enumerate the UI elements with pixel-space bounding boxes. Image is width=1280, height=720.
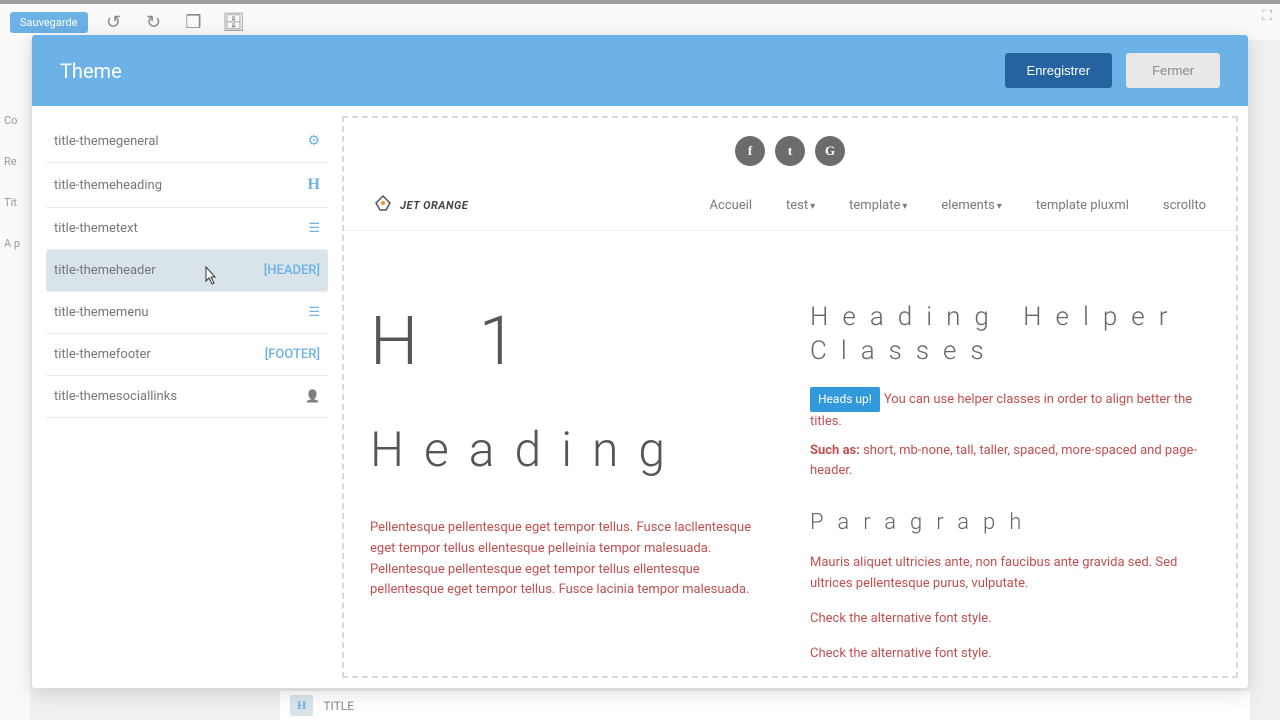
chevron-down-icon: ▾ (997, 201, 1002, 212)
sidebar-item-label: title-thememenu (54, 305, 149, 320)
bg-save-button[interactable]: Sauvegarde (10, 12, 88, 33)
sidebar-item-title-themefooter[interactable]: title-themefooter [FOOTER] (46, 334, 328, 376)
sidebar-item-icon: [FOOTER] (265, 347, 320, 362)
sidebar-item-icon: ⚙ (307, 133, 320, 149)
theme-modal: Theme Enregistrer Fermer title-themegene… (32, 35, 1248, 688)
bg-bottom-bar: H TITLE (280, 690, 1250, 720)
theme-sidebar: title-themegeneral ⚙ title-themeheading Hti… (32, 106, 342, 688)
h1-heading: H 1 (370, 301, 770, 381)
chevron-down-icon: ▾ (902, 201, 907, 212)
sidebar-item-title-thememenu[interactable]: title-thememenu (46, 292, 328, 334)
nav-bar: JET ORANGE Accueil test▾ template▾ elements… (344, 180, 1236, 231)
logo-text: JET ORANGE (400, 199, 468, 212)
left-paragraph: Pellentesque pellentesque eget tempor te… (370, 518, 770, 601)
nav-link-Accueil[interactable]: Accueil (710, 198, 752, 213)
close-button[interactable]: Fermer (1126, 53, 1220, 88)
bg-bottom-title: TITLE (323, 699, 354, 713)
cube-icon[interactable]: ❒ (180, 8, 208, 36)
save-button[interactable]: Enregistrer (1005, 53, 1113, 88)
sidebar-item-icon (305, 389, 320, 404)
heads-up-badge: Heads up! (810, 387, 880, 412)
sidebar-item-icon: H (308, 176, 320, 194)
chevron-down-icon: ▾ (810, 201, 815, 212)
logo-icon (374, 194, 392, 216)
nav-link-template[interactable]: template▾ (849, 198, 907, 213)
google-icon[interactable]: G (815, 136, 845, 166)
sidebar-item-title-themeheader[interactable]: title-themeheader [HEADER] (46, 250, 328, 292)
sidebar-item-label: title-themeheader (54, 263, 156, 278)
left-column: H 1 Heading Pellentesque pellentesque eg… (370, 301, 770, 678)
sidebar-item-title-themesociallinks[interactable]: title-themesociallinks (46, 376, 328, 418)
sidebar-item-icon: [HEADER] (264, 263, 320, 278)
helper-classes-title: Heading Helper Classes (810, 301, 1210, 369)
redo-icon[interactable]: ↻ (140, 8, 168, 36)
social-row: f t G (344, 118, 1236, 180)
helper-note-2: Such as: short, mb-none, tall, taller, s… (810, 441, 1210, 483)
preview-area: f t G JET ORANGE Accueil test▾ template▾ el… (342, 106, 1248, 688)
heading-badge-icon: H (290, 695, 313, 716)
nav-link-template-pluxml[interactable]: template pluxml (1036, 198, 1129, 213)
modal-header: Theme Enregistrer Fermer (32, 35, 1248, 106)
sidebar-item-title-themetext[interactable]: title-themetext (46, 208, 328, 250)
sidebar-item-label: title-themegeneral (54, 134, 159, 149)
sidebar-item-label: title-themeheading (54, 178, 162, 193)
h2-heading: Heading (370, 421, 770, 478)
helper-note-1: Heads up!You can use helper classes in o… (810, 387, 1210, 433)
para-2: Check the alternative font style. (810, 609, 1210, 630)
bg-toolbar: Sauvegarde ↺ ↻ ❒ 🗄 (0, 0, 1280, 40)
right-column: Heading Helper Classes Heads up!You can … (810, 301, 1210, 678)
bg-side-item: Re (0, 141, 30, 182)
paragraph-title: Paragraph (810, 510, 1210, 535)
nav-link-scrollto[interactable]: scrollto (1163, 198, 1206, 213)
para-1: Mauris aliquet ultricies ante, non fauci… (810, 553, 1210, 595)
sidebar-item-label: title-themesociallinks (54, 389, 177, 404)
sidebar-item-label: title-themefooter (54, 347, 151, 362)
para-3: Check the alternative font style. (810, 644, 1210, 665)
nav-link-elements[interactable]: elements▾ (941, 198, 1001, 213)
nav-links: Accueil test▾ template▾ elements▾ template p… (468, 198, 1206, 213)
sidebar-item-title-themegeneral[interactable]: title-themegeneral ⚙ (46, 120, 328, 163)
expand-icon[interactable]: ⛶ (1262, 8, 1272, 24)
sidebar-item-label: title-themetext (54, 221, 138, 236)
facebook-icon[interactable]: f (735, 136, 765, 166)
preview-frame[interactable]: f t G JET ORANGE Accueil test▾ template▾ el… (342, 116, 1238, 678)
history-icon[interactable]: ↺ (100, 8, 128, 36)
twitter-icon[interactable]: t (775, 136, 805, 166)
sidebar-item-icon (308, 305, 320, 320)
bg-sidebar: Co Re Tit A p (0, 40, 30, 720)
modal-title: Theme (60, 59, 1005, 83)
database-icon[interactable]: 🗄 (220, 8, 248, 36)
sidebar-item-title-themeheading[interactable]: title-themeheading H (46, 163, 328, 208)
bg-side-item: Tit (0, 182, 30, 223)
nav-link-test[interactable]: test▾ (786, 198, 815, 213)
logo[interactable]: JET ORANGE (374, 194, 468, 216)
bg-side-item: A p (0, 223, 30, 264)
bg-side-item: Co (0, 100, 30, 141)
sidebar-item-icon (308, 221, 320, 236)
